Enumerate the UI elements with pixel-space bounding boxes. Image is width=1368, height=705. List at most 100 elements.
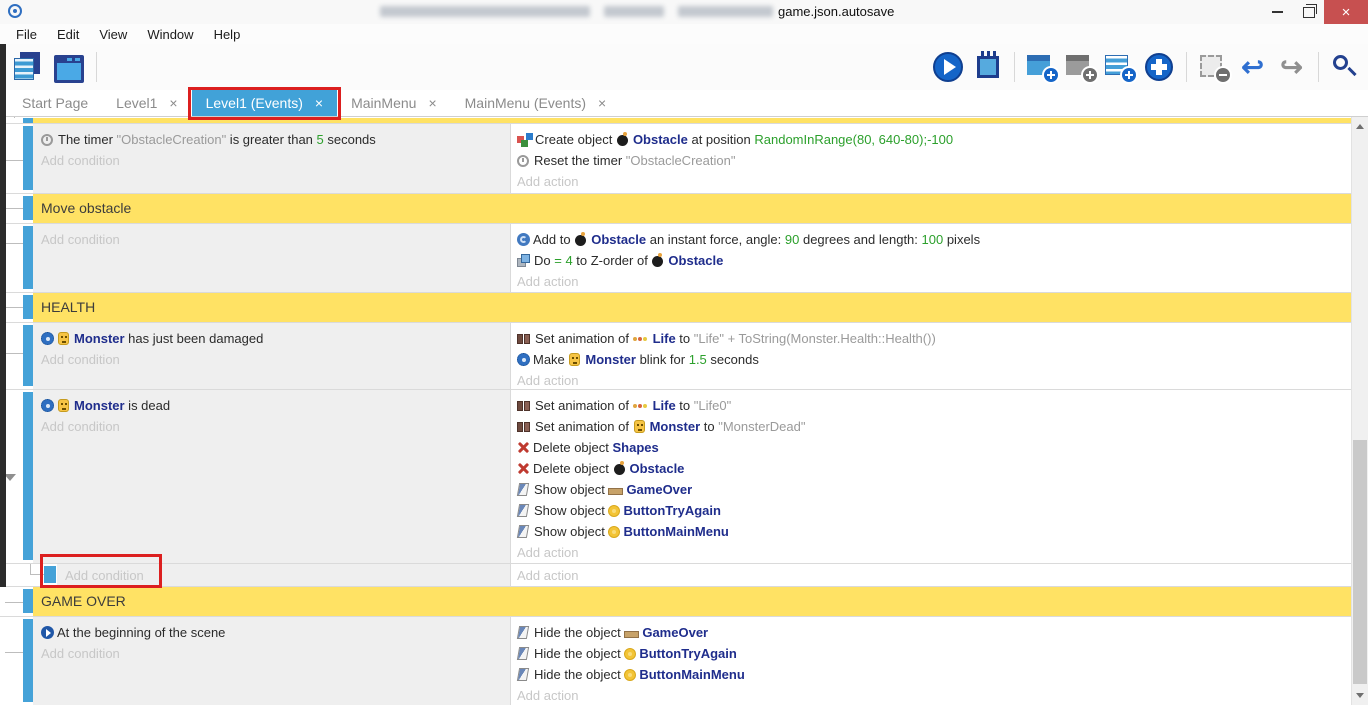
- undo-icon[interactable]: ↩: [1236, 50, 1269, 84]
- action-line[interactable]: Show object GameOver: [517, 479, 1345, 500]
- menu-help[interactable]: Help: [204, 27, 251, 42]
- action-line[interactable]: Show object ButtonMainMenu: [517, 521, 1345, 542]
- add-condition-placeholder[interactable]: Add condition: [65, 565, 502, 586]
- comment-cell[interactable]: [33, 118, 1351, 123]
- condition-line[interactable]: The timer "ObstacleCreation" is greater …: [41, 129, 502, 150]
- event-selector-bar[interactable]: [23, 126, 33, 190]
- add-condition-placeholder[interactable]: Add condition: [41, 416, 502, 437]
- text-run: is greater than: [226, 132, 316, 147]
- tab-level1-events[interactable]: Level1 (Events) ×: [192, 90, 337, 116]
- menu-edit[interactable]: Edit: [47, 27, 89, 42]
- actions-cell: Add action: [510, 564, 1351, 586]
- event-selector-bar[interactable]: [23, 325, 33, 386]
- add-subevent-icon[interactable]: [1064, 50, 1097, 84]
- tab-mainmenu[interactable]: MainMenu ×: [337, 90, 451, 116]
- add-event-icon[interactable]: [1025, 50, 1058, 84]
- action-line[interactable]: Set animation of Monster to "MonsterDead…: [517, 416, 1345, 437]
- menu-view[interactable]: View: [89, 27, 137, 42]
- action-line[interactable]: Set animation of Life to "Life" + ToStri…: [517, 328, 1345, 349]
- add-condition-placeholder[interactable]: Add condition: [41, 150, 502, 171]
- play-icon[interactable]: [933, 52, 963, 82]
- behavior-icon: [517, 353, 530, 366]
- button-icon: [608, 505, 620, 517]
- redo-icon[interactable]: ↩: [1275, 50, 1308, 84]
- restore-icon: [1303, 7, 1315, 18]
- restore-button[interactable]: [1293, 0, 1324, 24]
- menu-window[interactable]: Window: [137, 27, 203, 42]
- add-condition-placeholder[interactable]: Add condition: [41, 229, 502, 250]
- close-button[interactable]: ×: [1324, 0, 1368, 24]
- add-action-placeholder[interactable]: Add action: [517, 370, 1345, 389]
- text-run: 1.5: [689, 352, 707, 367]
- event-selector-bar[interactable]: [23, 118, 33, 123]
- action-line[interactable]: Reset the timer "ObstacleCreation": [517, 150, 1345, 171]
- action-line[interactable]: Delete object Shapes: [517, 437, 1345, 458]
- tab-close-icon[interactable]: ×: [315, 95, 323, 111]
- add-action-placeholder[interactable]: Add action: [517, 171, 1345, 192]
- text-run: an instant force, angle:: [646, 232, 785, 247]
- scroll-up-icon[interactable]: [1356, 124, 1364, 129]
- menu-file[interactable]: File: [6, 27, 47, 42]
- condition-line[interactable]: Monster has just been damaged: [41, 328, 502, 349]
- toolbar: ↩ ↩: [0, 44, 1368, 90]
- action-line[interactable]: Create object Obstacle at position Rando…: [517, 129, 1345, 150]
- comment-cell[interactable]: GAME OVER: [33, 587, 1351, 616]
- scroll-down-icon[interactable]: [1356, 693, 1364, 698]
- event-selector-bar[interactable]: [23, 226, 33, 289]
- scene-editor-icon[interactable]: [54, 55, 84, 83]
- event-selector-bar[interactable]: [23, 619, 33, 702]
- add-action-placeholder[interactable]: Add action: [517, 271, 1345, 292]
- action-line[interactable]: Show object ButtonTryAgain: [517, 500, 1345, 521]
- action-line[interactable]: Add to Obstacle an instant force, angle:…: [517, 229, 1345, 250]
- debug-icon[interactable]: [977, 56, 999, 78]
- action-line[interactable]: Hide the object ButtonTryAgain: [517, 643, 1345, 664]
- event-selector-bar[interactable]: [23, 589, 33, 613]
- life-icon: [633, 400, 650, 412]
- text-run: Set animation of: [535, 331, 633, 346]
- add-circle-icon[interactable]: [1145, 53, 1173, 81]
- z-order-icon: [517, 254, 531, 267]
- vertical-scrollbar[interactable]: [1351, 117, 1368, 705]
- condition-line[interactable]: Monster is dead: [41, 395, 502, 416]
- comment-text: GAME OVER: [33, 587, 1351, 616]
- action-line[interactable]: Make Monster blink for 1.5 seconds: [517, 349, 1345, 370]
- action-line[interactable]: Set animation of Life to "Life0": [517, 395, 1345, 416]
- comment-cell[interactable]: Move obstacle: [33, 194, 1351, 223]
- text-run: ButtonMainMenu: [623, 524, 728, 539]
- add-action-placeholder[interactable]: Add action: [517, 542, 1345, 563]
- action-line[interactable]: Delete object Obstacle: [517, 458, 1345, 479]
- action-line[interactable]: Hide the object GameOver: [517, 622, 1345, 643]
- condition-line[interactable]: At the beginning of the scene: [41, 622, 502, 643]
- add-condition-placeholder[interactable]: Add condition: [41, 643, 502, 664]
- event-selector-bar[interactable]: [23, 196, 33, 220]
- visibility-icon: [517, 525, 529, 538]
- search-icon[interactable]: [1329, 50, 1362, 84]
- tab-close-icon[interactable]: ×: [428, 95, 436, 111]
- event-selector-bar[interactable]: [44, 566, 56, 583]
- text-run: Hide the object: [534, 667, 624, 682]
- add-action-placeholder[interactable]: Add action: [517, 565, 1345, 586]
- plus-badge-icon: [1083, 68, 1097, 82]
- remove-event-icon[interactable]: [1197, 50, 1230, 84]
- tab-mainmenu-events[interactable]: MainMenu (Events) ×: [451, 90, 621, 116]
- action-line[interactable]: Do = 4 to Z-order of Obstacle: [517, 250, 1345, 271]
- text-run: Show object: [534, 524, 608, 539]
- comment-cell[interactable]: HEALTH: [33, 293, 1351, 322]
- tab-start-page[interactable]: Start Page: [8, 90, 102, 116]
- title-bar: game.json.autosave ×: [0, 0, 1368, 25]
- scrollbar-thumb[interactable]: [1353, 440, 1367, 684]
- tab-level1[interactable]: Level1 ×: [102, 90, 191, 116]
- action-line[interactable]: Hide the object ButtonMainMenu: [517, 664, 1345, 685]
- event-selector-bar[interactable]: [23, 295, 33, 319]
- tab-close-icon[interactable]: ×: [169, 95, 177, 111]
- add-action-placeholder[interactable]: Add action: [517, 685, 1345, 705]
- timer-icon: [517, 155, 529, 167]
- text-run: "ObstacleCreation": [117, 132, 227, 147]
- actions-cell: Set animation of Life to "Life0" Set ani…: [510, 390, 1351, 563]
- tab-close-icon[interactable]: ×: [598, 95, 606, 111]
- minimize-button[interactable]: [1262, 0, 1293, 24]
- project-manager-icon[interactable]: [10, 50, 43, 84]
- add-condition-placeholder[interactable]: Add condition: [41, 349, 502, 370]
- add-comment-icon[interactable]: [1103, 50, 1136, 84]
- event-selector-bar[interactable]: [23, 392, 33, 560]
